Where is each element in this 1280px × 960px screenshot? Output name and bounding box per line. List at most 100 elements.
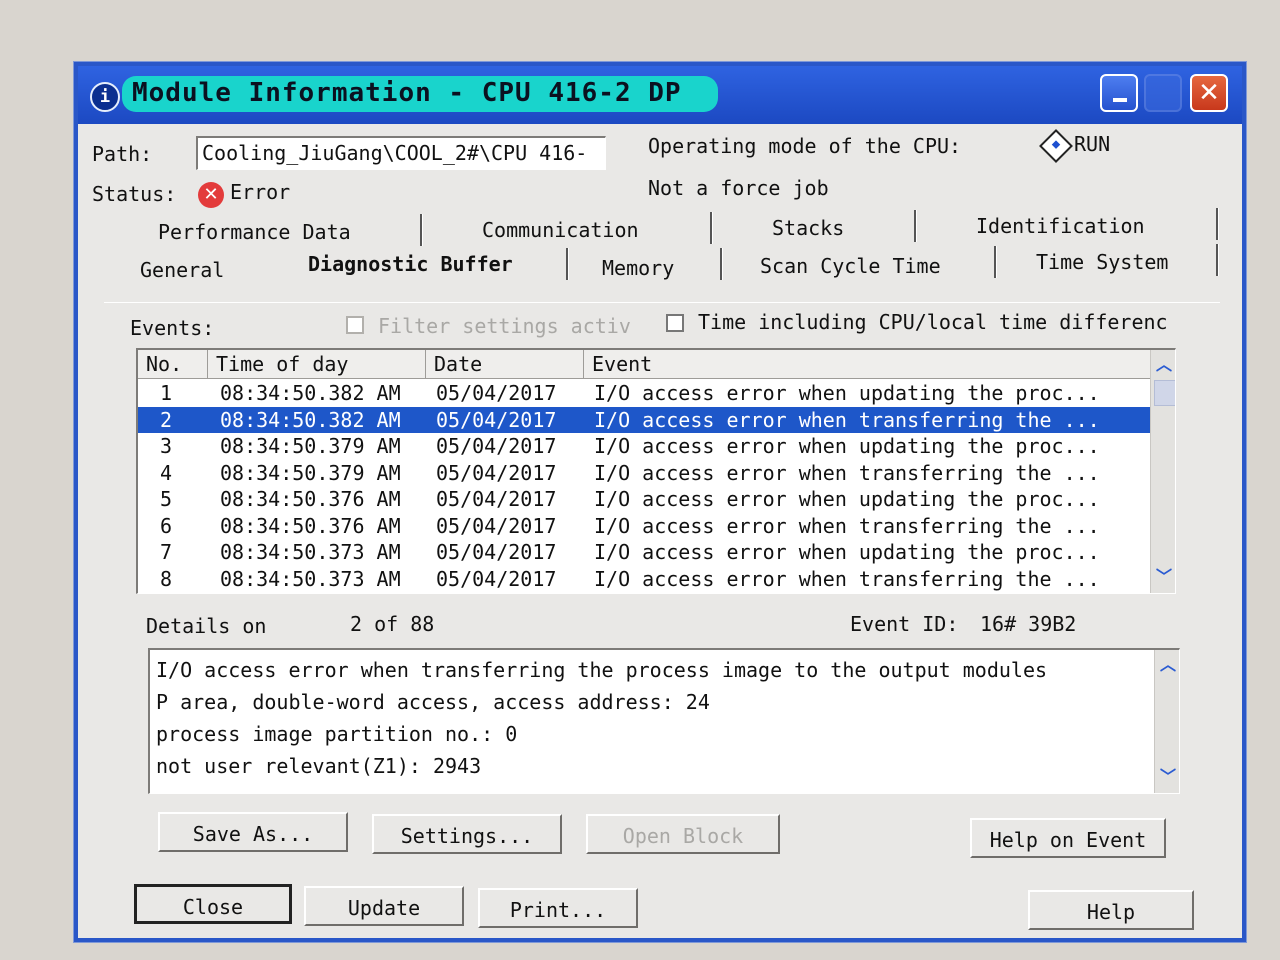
operating-mode-value: RUN xyxy=(1074,132,1111,156)
details-line: I/O access error when transferring the p… xyxy=(156,658,1048,682)
event-row[interactable]: 1 08:34:50.382 AM 05/04/2017 I/O access err… xyxy=(138,380,1150,406)
event-time: 08:34:50.379 AM xyxy=(220,460,401,485)
event-row[interactable]: 7 08:34:50.373 AM 05/04/2017 I/O access err… xyxy=(138,539,1150,565)
event-no: 7 xyxy=(160,540,173,564)
details-label: Details on xyxy=(146,614,267,638)
scroll-down-icon[interactable]: ﹀ xyxy=(1155,764,1179,790)
tab-time-system[interactable]: Time System xyxy=(1036,250,1168,274)
event-id-value: 16# 39B2 xyxy=(980,612,1077,636)
tab-identification[interactable]: Identification xyxy=(976,214,1145,238)
maximize-button[interactable] xyxy=(1144,74,1182,112)
event-no: 4 xyxy=(160,460,173,485)
events-list[interactable]: No. Time of day Date Event 1 08:34:50.382… xyxy=(136,348,1176,594)
event-no: 6 xyxy=(160,513,173,538)
settings-button[interactable]: Settings... xyxy=(372,814,562,854)
event-date: 05/04/2017 xyxy=(436,381,557,405)
help-button[interactable]: Help xyxy=(1028,890,1194,930)
help-on-event-button[interactable]: Help on Event xyxy=(970,818,1166,858)
tab-stacks[interactable]: Stacks xyxy=(772,216,844,240)
time-difference-label: Time including CPU/local time differenc xyxy=(698,310,1168,334)
column-header-no[interactable]: No. xyxy=(138,350,208,378)
tab-separator xyxy=(420,214,423,246)
status-value: Error xyxy=(230,180,291,204)
event-row[interactable]: 4 08:34:50.379 AM 05/04/2017 I/O access err… xyxy=(138,460,1150,486)
print-button[interactable]: Print... xyxy=(478,888,638,928)
scroll-up-icon[interactable]: ︿ xyxy=(1155,652,1179,678)
tab-general[interactable]: General xyxy=(140,258,224,282)
event-no: 3 xyxy=(160,434,173,458)
tab-separator xyxy=(914,210,917,242)
tab-scan-cycle-time[interactable]: Scan Cycle Time xyxy=(760,254,941,278)
column-header-date[interactable]: Date xyxy=(426,350,584,378)
module-information-window: i Module Information - CPU 416-2 DP ✕ Pa… xyxy=(74,62,1246,942)
save-as-button[interactable]: Save As... xyxy=(158,812,348,852)
update-button[interactable]: Update xyxy=(304,886,464,926)
event-row[interactable]: 6 08:34:50.376 AM 05/04/2017 I/O access err… xyxy=(138,513,1150,539)
event-row[interactable]: 2 08:34:50.382 AM 05/04/2017 I/O access err… xyxy=(138,406,1150,433)
event-text: I/O access error when updating the proc.… xyxy=(594,434,1100,458)
event-text: I/O access error when transferring the .… xyxy=(594,566,1100,591)
event-text: I/O access error when updating the proc.… xyxy=(594,540,1100,564)
event-text: I/O access error when transferring the .… xyxy=(594,460,1100,485)
tab-separator xyxy=(1216,244,1219,276)
tab-communication[interactable]: Communication xyxy=(482,218,639,242)
event-no: 2 xyxy=(160,407,173,432)
details-scrollbar[interactable]: ︿ ﹀ xyxy=(1154,650,1179,793)
event-text: I/O access error when transferring the .… xyxy=(594,513,1100,538)
event-time: 08:34:50.379 AM xyxy=(220,434,401,458)
tab-memory[interactable]: Memory xyxy=(602,256,674,280)
tab-separator xyxy=(710,212,713,244)
event-date: 05/04/2017 xyxy=(436,566,557,591)
event-no: 5 xyxy=(160,487,173,511)
event-id-label: Event ID: xyxy=(850,612,959,636)
event-date: 05/04/2017 xyxy=(436,513,557,538)
event-time: 08:34:50.376 AM xyxy=(220,487,401,511)
filter-settings-label: Filter settings activ xyxy=(378,314,631,338)
event-time: 08:34:50.373 AM xyxy=(220,540,401,564)
status-label: Status: xyxy=(92,182,177,206)
events-list-header: No. Time of day Date Event xyxy=(138,350,1175,379)
event-text: I/O access error when updating the proc.… xyxy=(594,381,1100,405)
close-window-button[interactable]: ✕ xyxy=(1190,74,1228,112)
run-mode-icon xyxy=(1039,129,1073,163)
operating-mode-label: Operating mode of the CPU: xyxy=(648,134,962,158)
scroll-down-icon[interactable]: ﹀ xyxy=(1151,564,1175,590)
title-bar[interactable]: i Module Information - CPU 416-2 DP ✕ xyxy=(78,66,1242,124)
window-title: Module Information - CPU 416-2 DP xyxy=(132,78,682,108)
close-button[interactable]: Close xyxy=(134,884,292,924)
time-difference-checkbox[interactable] xyxy=(666,314,684,332)
force-job-status: Not a force job xyxy=(648,176,829,200)
info-icon: i xyxy=(90,82,120,112)
event-text: I/O access error when updating the proc.… xyxy=(594,487,1100,511)
column-header-time[interactable]: Time of day xyxy=(208,350,426,378)
event-time: 08:34:50.376 AM xyxy=(220,513,401,538)
event-date: 05/04/2017 xyxy=(436,434,557,458)
event-no: 8 xyxy=(160,566,173,591)
event-no: 1 xyxy=(160,381,173,405)
events-scrollbar[interactable]: ︿ ﹀ xyxy=(1150,350,1175,593)
events-label: Events: xyxy=(130,316,215,340)
filter-settings-checkbox[interactable] xyxy=(346,316,364,334)
path-field[interactable]: Cooling_JiuGang\COOL_2#\CPU 416- xyxy=(196,136,606,170)
event-date: 05/04/2017 xyxy=(436,407,557,432)
tab-panel-edge xyxy=(104,302,1220,303)
column-header-event[interactable]: Event xyxy=(584,350,1150,378)
scroll-thumb[interactable] xyxy=(1154,380,1175,406)
tab-diagnostic-buffer[interactable]: Diagnostic Buffer xyxy=(308,252,513,276)
scroll-up-icon[interactable]: ︿ xyxy=(1151,352,1175,378)
event-row[interactable]: 3 08:34:50.379 AM 05/04/2017 I/O access err… xyxy=(138,433,1150,459)
tab-separator xyxy=(566,248,569,280)
error-icon: ✕ xyxy=(198,182,224,208)
event-date: 05/04/2017 xyxy=(436,460,557,485)
event-details-box[interactable]: I/O access error when transferring the p… xyxy=(148,648,1180,794)
event-date: 05/04/2017 xyxy=(436,540,557,564)
open-block-button[interactable]: Open Block xyxy=(586,814,780,854)
event-time: 08:34:50.382 AM xyxy=(220,407,401,432)
details-line: not user relevant(Z1): 2943 xyxy=(156,754,482,778)
event-row[interactable]: 8 08:34:50.373 AM 05/04/2017 I/O access err… xyxy=(138,566,1150,592)
path-label: Path: xyxy=(92,142,153,166)
minimize-button[interactable] xyxy=(1100,74,1138,112)
event-row[interactable]: 5 08:34:50.376 AM 05/04/2017 I/O access err… xyxy=(138,486,1150,512)
tab-performance-data[interactable]: Performance Data xyxy=(158,220,351,244)
details-line: process image partition no.: 0 xyxy=(156,722,518,746)
